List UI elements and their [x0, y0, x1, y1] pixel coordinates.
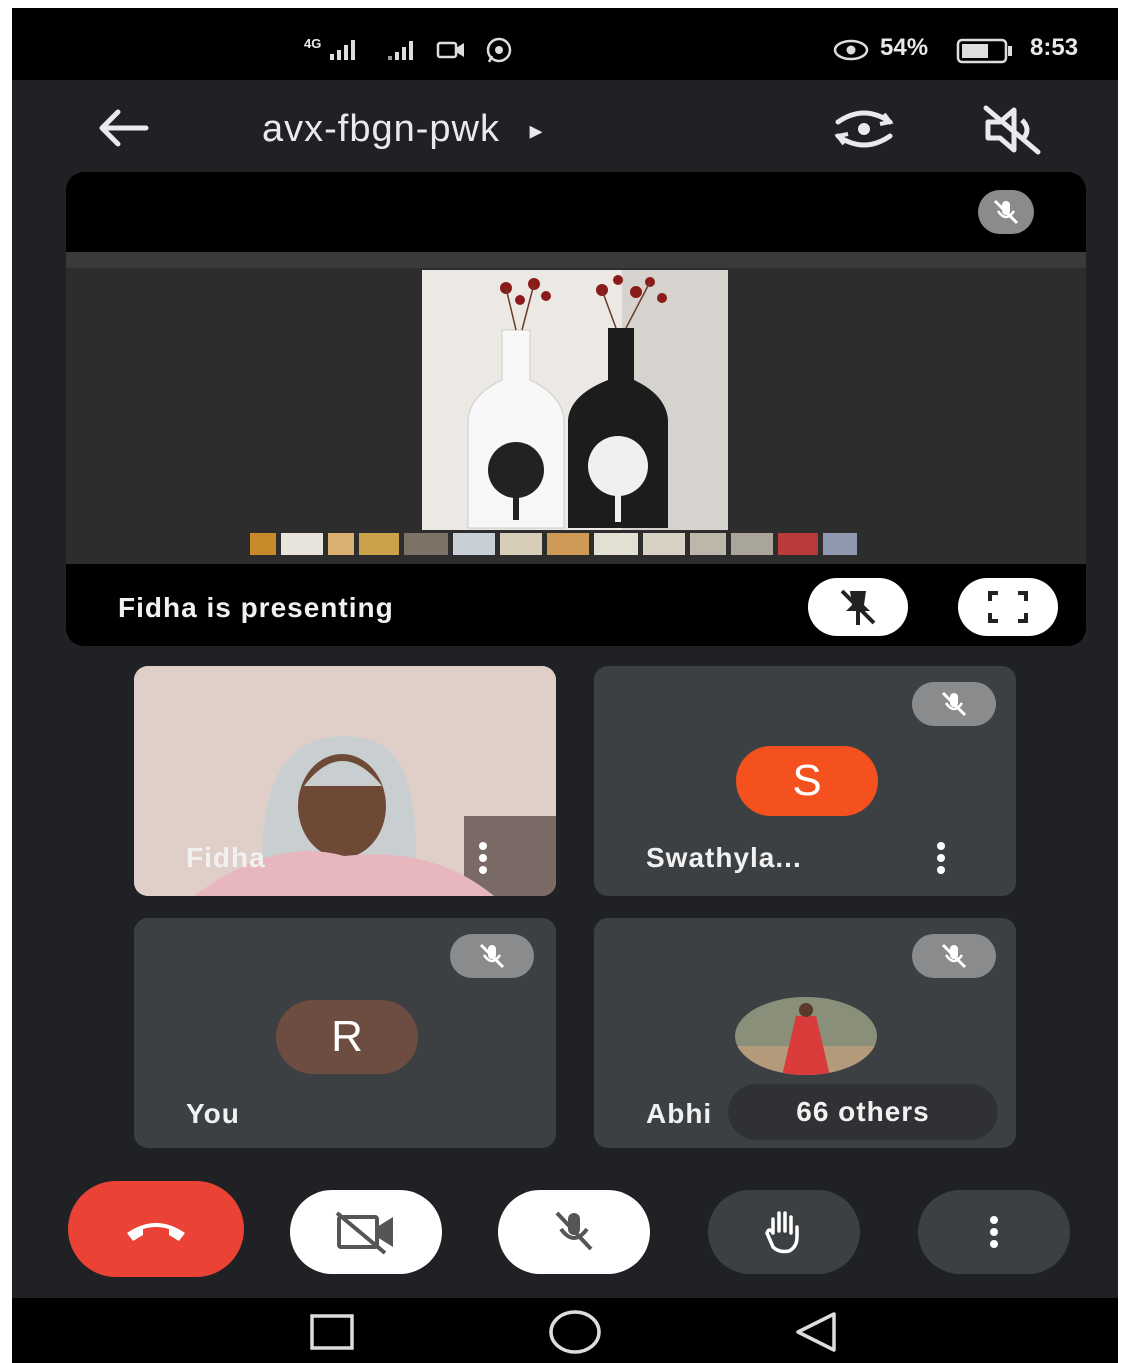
raise-hand-button[interactable] — [708, 1190, 860, 1274]
thumbnail[interactable] — [778, 533, 818, 555]
signal-icon — [330, 40, 355, 60]
participant-tile-you[interactable]: R You — [134, 918, 556, 1148]
thumbnail[interactable] — [823, 533, 857, 555]
thumbnail[interactable] — [731, 533, 773, 555]
shared-photo — [422, 270, 728, 530]
thumbnail[interactable] — [328, 533, 354, 555]
switch-camera-icon[interactable] — [830, 102, 898, 156]
raise-hand-icon — [765, 1211, 799, 1254]
thumbnail[interactable] — [690, 533, 726, 555]
thumbnail[interactable] — [453, 533, 495, 555]
participant-name: Swathyla... — [646, 842, 802, 873]
eye-comfort-icon — [833, 39, 869, 61]
fullscreen-icon — [988, 591, 1028, 623]
more-vert-icon[interactable] — [936, 842, 946, 874]
participant-name: Abhi — [646, 1098, 713, 1129]
unpin-button[interactable] — [808, 578, 908, 636]
meeting-code-text: avx-fbgn-pwk — [262, 108, 500, 150]
mic-off-icon — [555, 1211, 593, 1251]
back-arrow-icon[interactable] — [94, 106, 150, 150]
battery-percent: 54% — [880, 34, 929, 61]
participant-name: Fidha — [186, 842, 266, 873]
more-options-button[interactable] — [918, 1190, 1070, 1274]
mic-off-icon — [941, 943, 967, 969]
avatar-initial: R — [331, 1012, 363, 1061]
speaker-off-icon[interactable] — [980, 102, 1044, 158]
end-call-button[interactable] — [68, 1181, 244, 1277]
others-count-label: 66 others — [796, 1096, 930, 1127]
avatar: S — [736, 746, 878, 816]
thumbnail[interactable] — [500, 533, 542, 555]
thumbnail[interactable] — [547, 533, 589, 555]
participant-name: You — [186, 1098, 240, 1129]
status-bar: 4G 54% 8:53 — [12, 8, 1118, 80]
video-app-icon — [436, 41, 464, 59]
home-icon[interactable] — [548, 1308, 602, 1356]
network-type: 4G — [304, 36, 322, 51]
thumbnail[interactable] — [643, 533, 685, 555]
more-vert-icon[interactable] — [478, 842, 488, 874]
mic-toggle-button[interactable] — [498, 1190, 650, 1274]
participant-mic-status — [912, 934, 996, 978]
participant-tile-swathyla[interactable]: S Swathyla... — [594, 666, 1016, 896]
shared-window-toolbar — [66, 252, 1086, 268]
thumbnail[interactable] — [404, 533, 448, 555]
more-vert-icon — [989, 1216, 999, 1248]
end-call-icon — [127, 1223, 185, 1241]
avatar: R — [276, 1000, 418, 1074]
meeting-top-bar: avx-fbgn-pwk ▸ — [12, 80, 1118, 178]
mic-off-icon — [479, 943, 505, 969]
participant-tile-fidha[interactable]: Fidha — [134, 666, 556, 896]
avatar-initial: S — [792, 756, 822, 805]
presenting-label: Fidha is presenting — [118, 592, 394, 623]
participant-mic-status — [912, 682, 996, 726]
signal-icon-2 — [388, 41, 413, 60]
meeting-details-arrow-icon: ▸ — [529, 115, 544, 146]
presenter-mic-status — [978, 190, 1034, 234]
thumbnail[interactable] — [250, 533, 276, 555]
unpin-icon — [840, 589, 876, 625]
whatsapp-icon — [486, 37, 512, 63]
fullscreen-button[interactable] — [958, 578, 1058, 636]
thumbnail[interactable] — [594, 533, 638, 555]
battery-icon — [956, 38, 1012, 64]
thumbnail[interactable] — [281, 533, 323, 555]
back-nav-icon[interactable] — [792, 1310, 840, 1354]
recents-icon[interactable] — [308, 1312, 356, 1352]
android-nav-bar — [12, 1298, 1118, 1363]
thumbnail-strip[interactable] — [250, 533, 900, 557]
others-chip[interactable]: 66 others — [728, 1084, 998, 1140]
mic-off-icon — [993, 199, 1019, 225]
avatar — [735, 997, 877, 1075]
thumbnail[interactable] — [359, 533, 399, 555]
shared-screen-view — [66, 252, 1086, 564]
presentation-panel[interactable]: Fidha is presenting — [66, 172, 1086, 646]
meeting-code[interactable]: avx-fbgn-pwk ▸ — [262, 108, 544, 151]
screen: 4G 54% 8:53 avx-fbgn-pwk ▸ Fidha is pres… — [12, 8, 1118, 1363]
camera-toggle-button[interactable] — [290, 1190, 442, 1274]
camera-off-icon — [335, 1211, 393, 1255]
mic-off-icon — [941, 691, 967, 717]
participant-mic-status — [450, 934, 534, 978]
clock: 8:53 — [1030, 34, 1079, 61]
bottles-image — [422, 270, 728, 530]
